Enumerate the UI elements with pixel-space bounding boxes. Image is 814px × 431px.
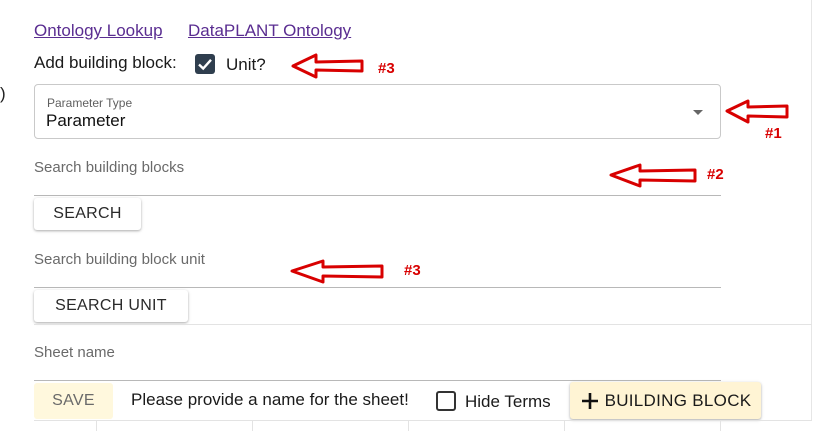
- add-building-block-label: BUILDING BLOCK: [604, 390, 752, 410]
- annotation-arrow-unit: [291, 53, 364, 79]
- table-column-divider: [564, 420, 565, 431]
- table-column-divider: [96, 420, 97, 431]
- search-building-blocks-underline: [34, 195, 721, 196]
- table-column-divider: [252, 420, 253, 431]
- save-button[interactable]: SAVE: [34, 383, 113, 419]
- table-top-border: [34, 420, 812, 421]
- right-edge-line: [811, 0, 812, 420]
- add-building-block-label: Add building block:: [34, 53, 177, 72]
- annotation-label-parameter-type: #1: [765, 125, 782, 142]
- search-building-blocks-input[interactable]: Search building blocks: [34, 159, 184, 176]
- sheet-name-underline: [34, 380, 721, 381]
- annotation-label-search: #2: [707, 166, 724, 183]
- hide-terms-label: Hide Terms: [465, 392, 551, 411]
- checkmark-icon: [198, 58, 212, 71]
- annotation-arrow-search: [609, 163, 697, 188]
- annotation-label-unit: #3: [378, 60, 395, 77]
- section-divider: [34, 324, 812, 325]
- parameter-type-value: Parameter: [46, 111, 126, 130]
- dataplant-ontology-link[interactable]: DataPLANT Ontology: [188, 21, 351, 41]
- parameter-type-select[interactable]: Parameter Type Parameter: [34, 84, 721, 139]
- search-button[interactable]: SEARCH: [34, 198, 141, 230]
- parameter-type-label: Parameter Type: [47, 96, 133, 110]
- add-building-block-button[interactable]: BUILDING BLOCK: [570, 382, 761, 419]
- unit-label: Unit?: [226, 55, 266, 74]
- unit-checkbox[interactable]: [195, 54, 215, 74]
- search-unit-input[interactable]: Search building block unit: [34, 251, 205, 268]
- plus-icon: [581, 392, 598, 409]
- sheet-name-input[interactable]: Sheet name: [34, 344, 115, 361]
- search-unit-button[interactable]: SEARCH UNIT: [34, 290, 188, 322]
- annotation-arrow-search-unit: [290, 259, 384, 284]
- hide-terms-checkbox[interactable]: [436, 391, 456, 411]
- dropdown-caret-icon[interactable]: [693, 110, 703, 115]
- search-unit-underline: [34, 287, 721, 288]
- annotation-label-search-unit: #3: [404, 262, 421, 279]
- table-column-divider: [720, 420, 721, 431]
- sheet-name-warning: Please provide a name for the sheet!: [131, 390, 409, 409]
- annotation-arrow-parameter-type: [725, 99, 789, 124]
- table-column-divider: [408, 420, 409, 431]
- left-edge-glyph: ): [0, 84, 6, 103]
- ontology-lookup-link[interactable]: Ontology Lookup: [34, 21, 163, 41]
